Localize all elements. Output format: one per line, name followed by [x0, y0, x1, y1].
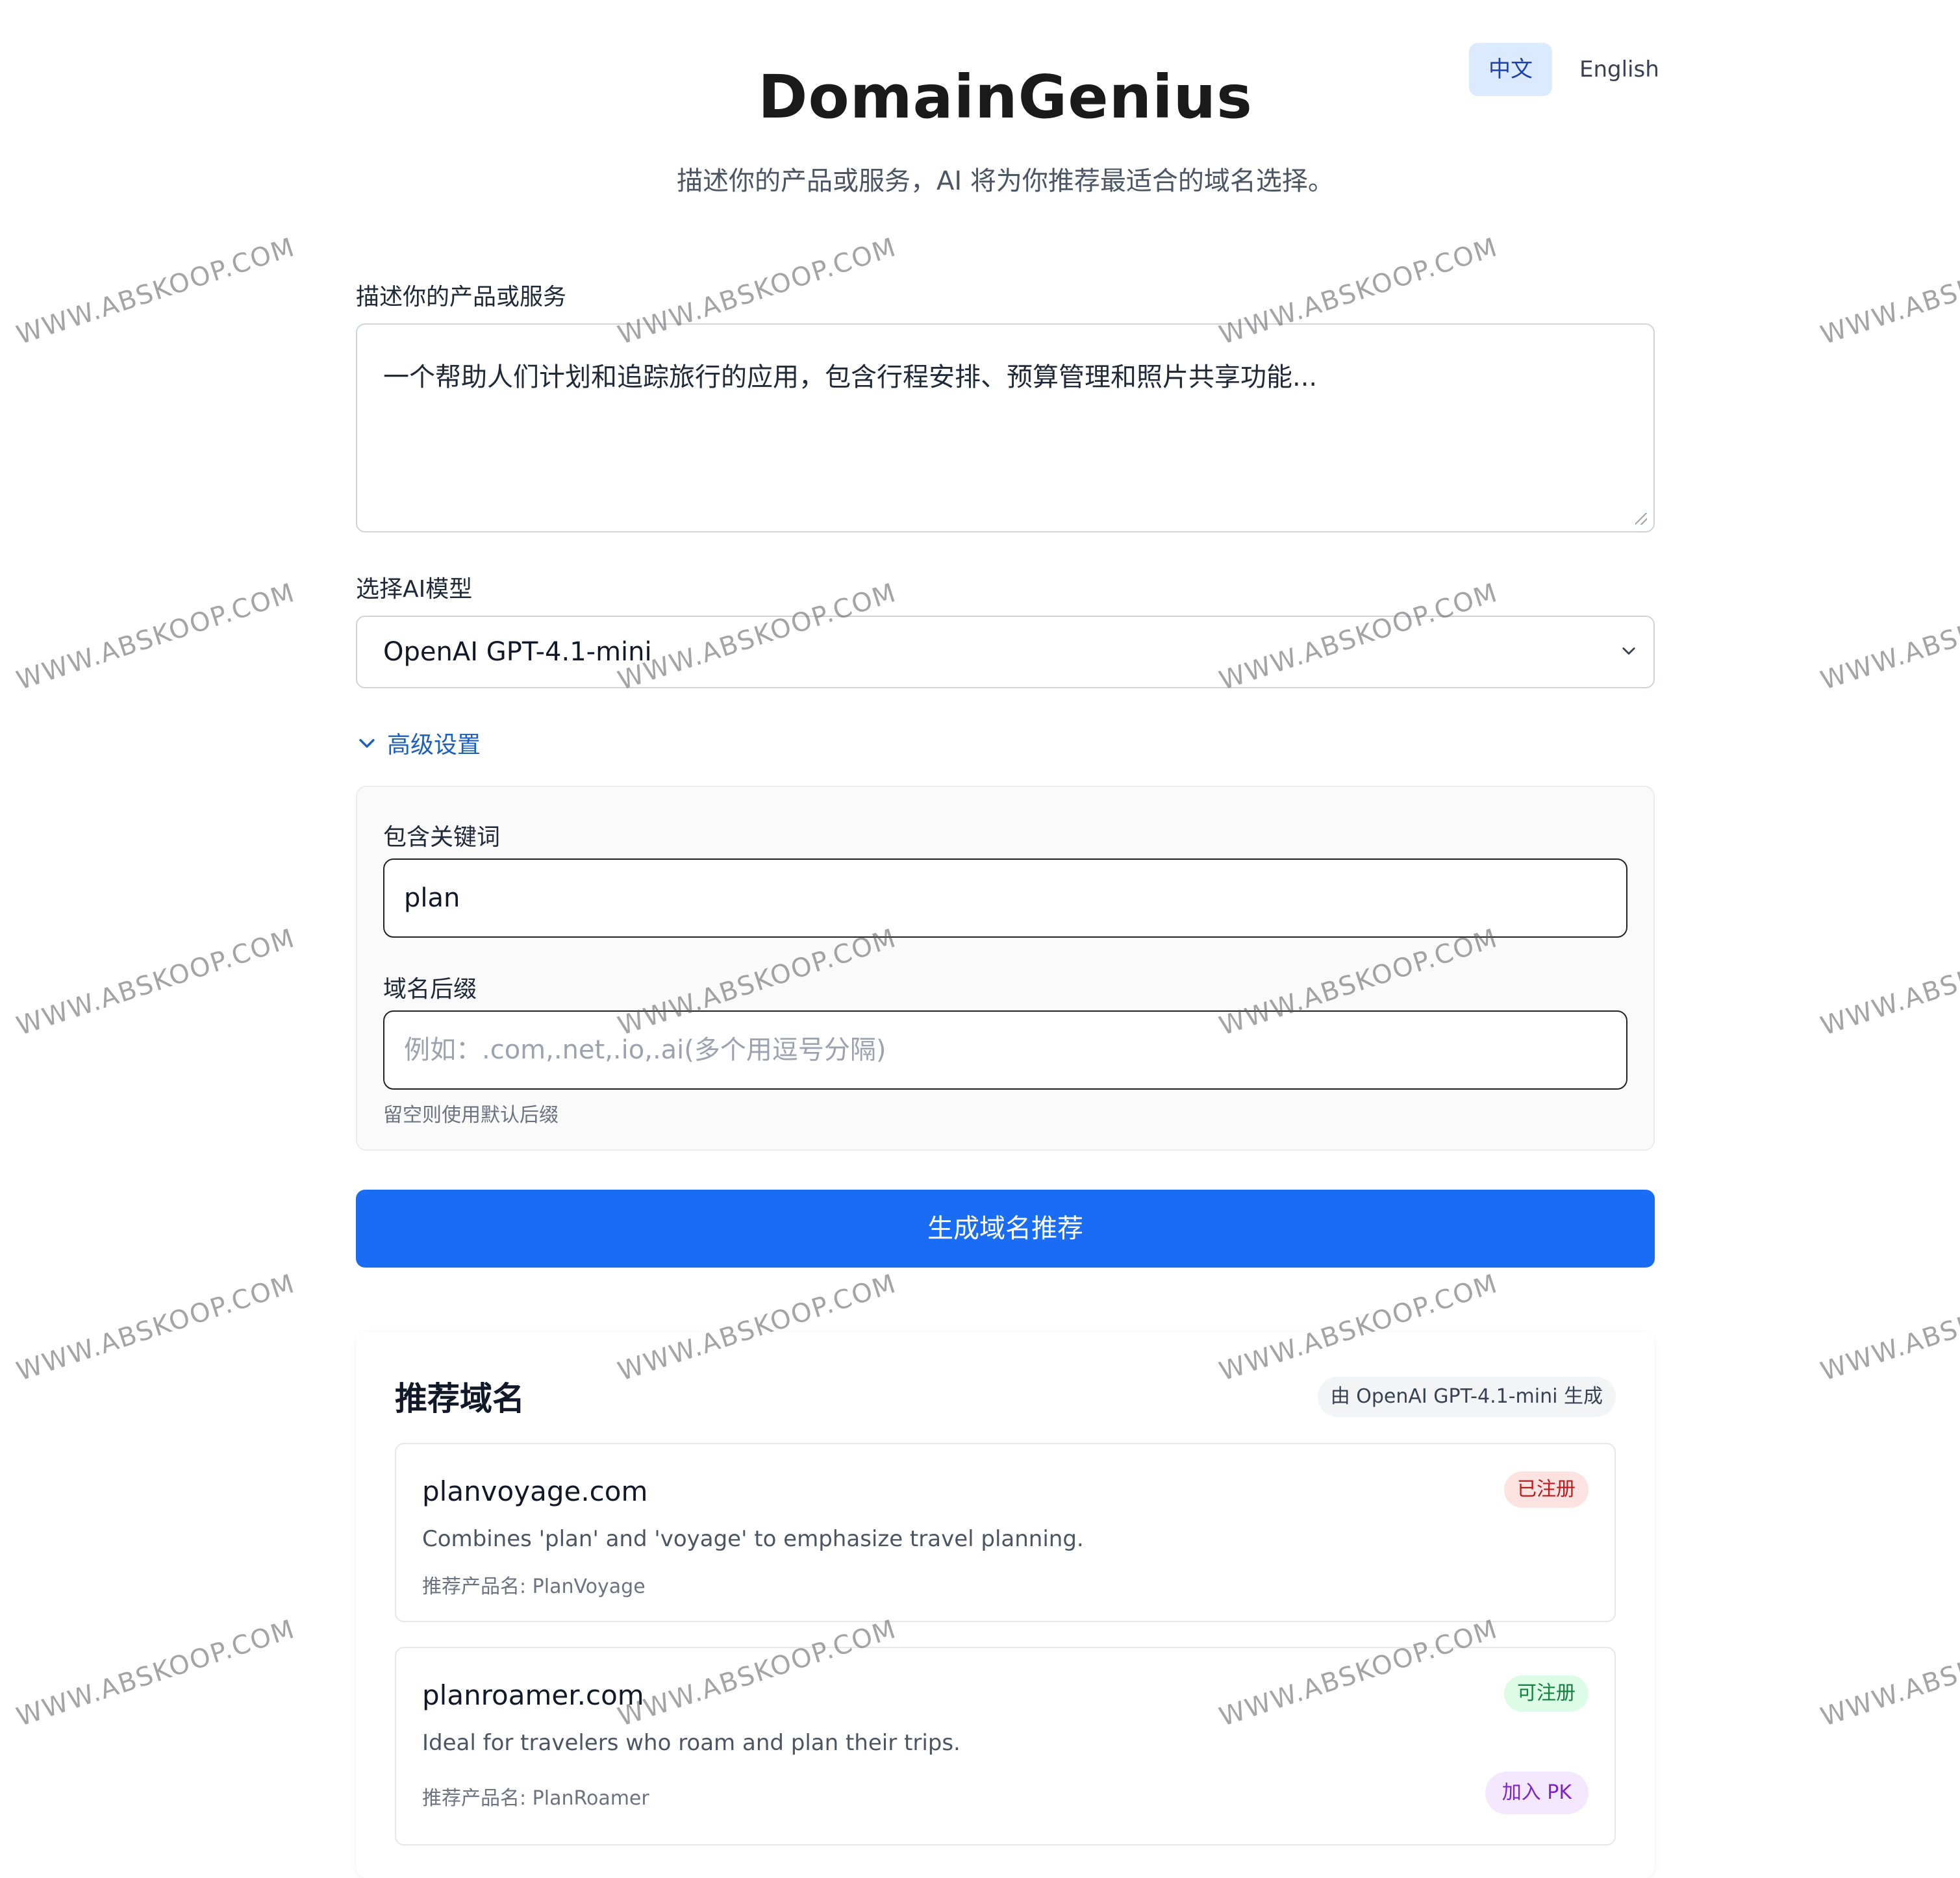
app-subtitle: 描述你的产品或服务，AI 将为你推荐最适合的域名选择。 — [677, 166, 1334, 196]
suffix-input-placeholder: 例如：.com,.net,.io,.ai(多个用逗号分隔) — [404, 1035, 886, 1065]
watermark: WWW.ABSKOOP.COM — [1817, 923, 1960, 1042]
results-title: 推荐域名 — [395, 1380, 525, 1418]
model-badge: 由 OpenAI GPT-4.1-mini 生成 — [1317, 1377, 1616, 1417]
suffix-input[interactable]: 例如：.com,.net,.io,.ai(多个用逗号分隔) — [383, 1010, 1627, 1090]
page: 中文 English DomainGenius 描述你的产品或服务，AI 将为你… — [0, 0, 1960, 1878]
product-name: 推荐产品名: PlanVoyage — [422, 1575, 646, 1598]
description-text: 一个帮助人们计划和追踪旅行的应用，包含行程安排、预算管理和照片共享功能... — [383, 362, 1318, 392]
model-select[interactable]: OpenAI GPT-4.1-mini — [356, 616, 1655, 688]
suffix-hint: 留空则使用默认后缀 — [383, 1104, 559, 1127]
domain-reason: Combines 'plan' and 'voyage' to emphasiz… — [422, 1526, 1084, 1552]
advanced-settings-panel: 包含关键词 plan 域名后缀 例如：.com,.net,.io,.ai(多个用… — [356, 786, 1655, 1151]
advanced-settings-label: 高级设置 — [387, 732, 481, 758]
keyword-input[interactable]: plan — [383, 858, 1627, 938]
model-select-value: OpenAI GPT-4.1-mini — [383, 637, 652, 667]
status-badge: 可注册 — [1504, 1675, 1589, 1712]
domain-name: planroamer.com — [422, 1679, 644, 1711]
keyword-label: 包含关键词 — [383, 824, 501, 851]
description-label: 描述你的产品或服务 — [356, 284, 567, 310]
domain-card[interactable]: planroamer.com Ideal for travelers who r… — [395, 1647, 1616, 1846]
watermark: WWW.ABSKOOP.COM — [13, 232, 299, 351]
watermark: WWW.ABSKOOP.COM — [13, 1614, 299, 1733]
domain-name: planvoyage.com — [422, 1475, 648, 1507]
app-title: DomainGenius — [758, 62, 1253, 132]
keyword-input-value: plan — [404, 883, 460, 913]
resize-grip-icon[interactable] — [1635, 513, 1647, 525]
results-panel: 推荐域名 由 OpenAI GPT-4.1-mini 生成 planvoyage… — [356, 1333, 1655, 1878]
status-badge: 已注册 — [1504, 1471, 1589, 1508]
watermark: WWW.ABSKOOP.COM — [1817, 577, 1960, 696]
description-textarea[interactable]: 一个帮助人们计划和追踪旅行的应用，包含行程安排、预算管理和照片共享功能... — [356, 323, 1655, 532]
model-label: 选择AI模型 — [356, 576, 473, 603]
watermark: WWW.ABSKOOP.COM — [13, 577, 299, 696]
advanced-settings-toggle[interactable]: 高级设置 — [356, 726, 481, 760]
domain-card[interactable]: planvoyage.com Combines 'plan' and 'voya… — [395, 1443, 1616, 1622]
suffix-label: 域名后缀 — [383, 976, 477, 1003]
domain-reason: Ideal for travelers who roam and plan th… — [422, 1730, 961, 1756]
watermark: WWW.ABSKOOP.COM — [1817, 232, 1960, 351]
add-pk-button[interactable]: 加入 PK — [1485, 1772, 1589, 1814]
chevron-down-icon — [359, 739, 375, 748]
watermark: WWW.ABSKOOP.COM — [1817, 1268, 1960, 1387]
watermark: WWW.ABSKOOP.COM — [1817, 1614, 1960, 1733]
product-name: 推荐产品名: PlanRoamer — [422, 1787, 649, 1810]
watermark: WWW.ABSKOOP.COM — [13, 1268, 299, 1387]
watermark: WWW.ABSKOOP.COM — [13, 923, 299, 1042]
chevron-down-icon — [1622, 647, 1635, 655]
generate-button[interactable]: 生成域名推荐 — [356, 1190, 1655, 1268]
